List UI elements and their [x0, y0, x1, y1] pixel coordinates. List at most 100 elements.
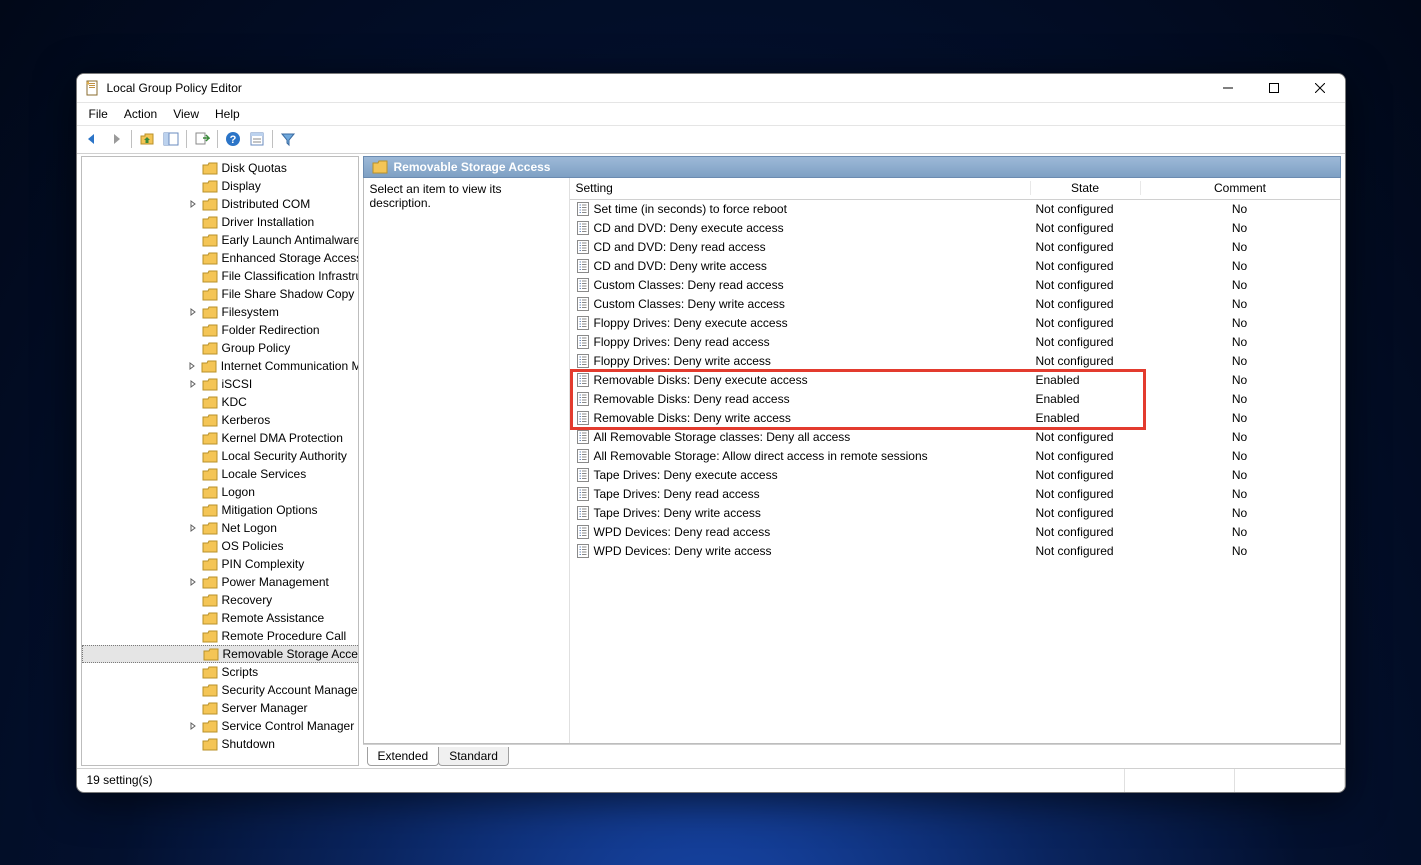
- setting-row[interactable]: CD and DVD: Deny execute accessNot confi…: [570, 219, 1340, 238]
- tree-item[interactable]: OS Policies: [82, 537, 358, 555]
- setting-row[interactable]: Custom Classes: Deny write accessNot con…: [570, 295, 1340, 314]
- tree-item[interactable]: Enhanced Storage Access: [82, 249, 358, 267]
- help-button[interactable]: ?: [222, 128, 244, 150]
- tree-item[interactable]: Service Control Manager Settings: [82, 717, 358, 735]
- tree-item[interactable]: Locale Services: [82, 465, 358, 483]
- expand-icon[interactable]: [186, 359, 199, 373]
- tree-item[interactable]: File Share Shadow Copy Provider: [82, 285, 358, 303]
- tree-item-label: Distributed COM: [222, 197, 311, 211]
- setting-row[interactable]: Set time (in seconds) to force rebootNot…: [570, 200, 1340, 219]
- tree-item[interactable]: PIN Complexity: [82, 555, 358, 573]
- menu-action[interactable]: Action: [116, 107, 165, 121]
- properties-button[interactable]: [246, 128, 268, 150]
- expand-icon[interactable]: [186, 377, 200, 391]
- minimize-button[interactable]: [1205, 74, 1251, 102]
- setting-name: All Removable Storage: Allow direct acce…: [594, 449, 928, 463]
- tree-item[interactable]: KDC: [82, 393, 358, 411]
- tree-item[interactable]: Early Launch Antimalware: [82, 231, 358, 249]
- column-comment[interactable]: Comment: [1140, 181, 1340, 195]
- setting-row[interactable]: WPD Devices: Deny write accessNot config…: [570, 542, 1340, 561]
- setting-comment: No: [1140, 316, 1340, 330]
- export-list-button[interactable]: [191, 128, 213, 150]
- setting-row[interactable]: Floppy Drives: Deny read accessNot confi…: [570, 333, 1340, 352]
- tree-item[interactable]: Power Management: [82, 573, 358, 591]
- setting-row[interactable]: WPD Devices: Deny read accessNot configu…: [570, 523, 1340, 542]
- show-hide-tree-button[interactable]: [160, 128, 182, 150]
- tree-item[interactable]: Group Policy: [82, 339, 358, 357]
- tree-item-label: Driver Installation: [222, 215, 315, 229]
- tree-item[interactable]: Recovery: [82, 591, 358, 609]
- column-state[interactable]: State: [1030, 181, 1140, 195]
- tree-item[interactable]: Distributed COM: [82, 195, 358, 213]
- tree-item[interactable]: Filesystem: [82, 303, 358, 321]
- tree-item[interactable]: Driver Installation: [82, 213, 358, 231]
- tree-item[interactable]: iSCSI: [82, 375, 358, 393]
- column-setting[interactable]: Setting: [570, 181, 1030, 195]
- tree-scroll[interactable]: Disk QuotasDisplay Distributed COM Driver …: [82, 157, 358, 765]
- filter-button[interactable]: [277, 128, 299, 150]
- expand-icon[interactable]: [186, 197, 200, 211]
- setting-row[interactable]: Removable Disks: Deny write accessEnable…: [570, 409, 1340, 428]
- tree-item[interactable]: Remote Procedure Call: [82, 627, 358, 645]
- description-column: Select an item to view its description.: [364, 178, 570, 743]
- expand-icon[interactable]: [186, 719, 200, 733]
- tree-item[interactable]: Server Manager: [82, 699, 358, 717]
- tree-item[interactable]: Local Security Authority: [82, 447, 358, 465]
- tree-item[interactable]: Internet Communication Management: [82, 357, 358, 375]
- statusbar: 19 setting(s): [77, 768, 1345, 792]
- tree-item-label: File Share Shadow Copy Provider: [222, 287, 358, 301]
- tree-item[interactable]: Removable Storage Access: [82, 645, 358, 663]
- setting-comment: No: [1140, 392, 1340, 406]
- tree-item[interactable]: Kerberos: [82, 411, 358, 429]
- maximize-button[interactable]: [1251, 74, 1297, 102]
- setting-row[interactable]: Removable Disks: Deny execute accessEnab…: [570, 371, 1340, 390]
- tree-item[interactable]: Net Logon: [82, 519, 358, 537]
- tree-item[interactable]: Remote Assistance: [82, 609, 358, 627]
- menu-view[interactable]: View: [165, 107, 207, 121]
- menu-file[interactable]: File: [81, 107, 116, 121]
- setting-row[interactable]: All Removable Storage classes: Deny all …: [570, 428, 1340, 447]
- tree-item[interactable]: Security Account Manager: [82, 681, 358, 699]
- expand-icon[interactable]: [186, 575, 200, 589]
- setting-comment: No: [1140, 487, 1340, 501]
- forward-button[interactable]: [105, 128, 127, 150]
- policy-icon: [576, 354, 590, 368]
- setting-row[interactable]: Tape Drives: Deny read accessNot configu…: [570, 485, 1340, 504]
- tree-item-label: Local Security Authority: [222, 449, 347, 463]
- policy-icon: [576, 487, 590, 501]
- tree-item[interactable]: File Classification Infrastructure: [82, 267, 358, 285]
- setting-row[interactable]: All Removable Storage: Allow direct acce…: [570, 447, 1340, 466]
- tree-item[interactable]: Shutdown: [82, 735, 358, 753]
- tree-item[interactable]: Folder Redirection: [82, 321, 358, 339]
- setting-state: Not configured: [1030, 335, 1140, 349]
- setting-row[interactable]: Floppy Drives: Deny write accessNot conf…: [570, 352, 1340, 371]
- toolbar-separator: [186, 130, 187, 148]
- titlebar: Local Group Policy Editor: [77, 74, 1345, 102]
- tree-item[interactable]: Mitigation Options: [82, 501, 358, 519]
- tab-extended[interactable]: Extended: [367, 747, 440, 766]
- tree-item[interactable]: Logon: [82, 483, 358, 501]
- app-window: Local Group Policy Editor File Action Vi…: [76, 73, 1346, 793]
- list-body[interactable]: Set time (in seconds) to force rebootNot…: [570, 200, 1340, 743]
- setting-state: Not configured: [1030, 259, 1140, 273]
- tree-item[interactable]: Disk Quotas: [82, 159, 358, 177]
- setting-row[interactable]: CD and DVD: Deny write accessNot configu…: [570, 257, 1340, 276]
- setting-comment: No: [1140, 278, 1340, 292]
- tree-item[interactable]: Display: [82, 177, 358, 195]
- menu-help[interactable]: Help: [207, 107, 248, 121]
- tree-item[interactable]: Scripts: [82, 663, 358, 681]
- tree-item[interactable]: Kernel DMA Protection: [82, 429, 358, 447]
- setting-row[interactable]: CD and DVD: Deny read accessNot configur…: [570, 238, 1340, 257]
- description-text: Select an item to view its description.: [370, 182, 502, 210]
- tab-standard[interactable]: Standard: [438, 747, 509, 766]
- expand-icon[interactable]: [186, 305, 200, 319]
- back-button[interactable]: [81, 128, 103, 150]
- setting-row[interactable]: Floppy Drives: Deny execute accessNot co…: [570, 314, 1340, 333]
- setting-row[interactable]: Custom Classes: Deny read accessNot conf…: [570, 276, 1340, 295]
- setting-row[interactable]: Tape Drives: Deny execute accessNot conf…: [570, 466, 1340, 485]
- expand-icon[interactable]: [186, 521, 200, 535]
- setting-row[interactable]: Removable Disks: Deny read accessEnabled…: [570, 390, 1340, 409]
- close-button[interactable]: [1297, 74, 1343, 102]
- setting-row[interactable]: Tape Drives: Deny write accessNot config…: [570, 504, 1340, 523]
- up-button[interactable]: [136, 128, 158, 150]
